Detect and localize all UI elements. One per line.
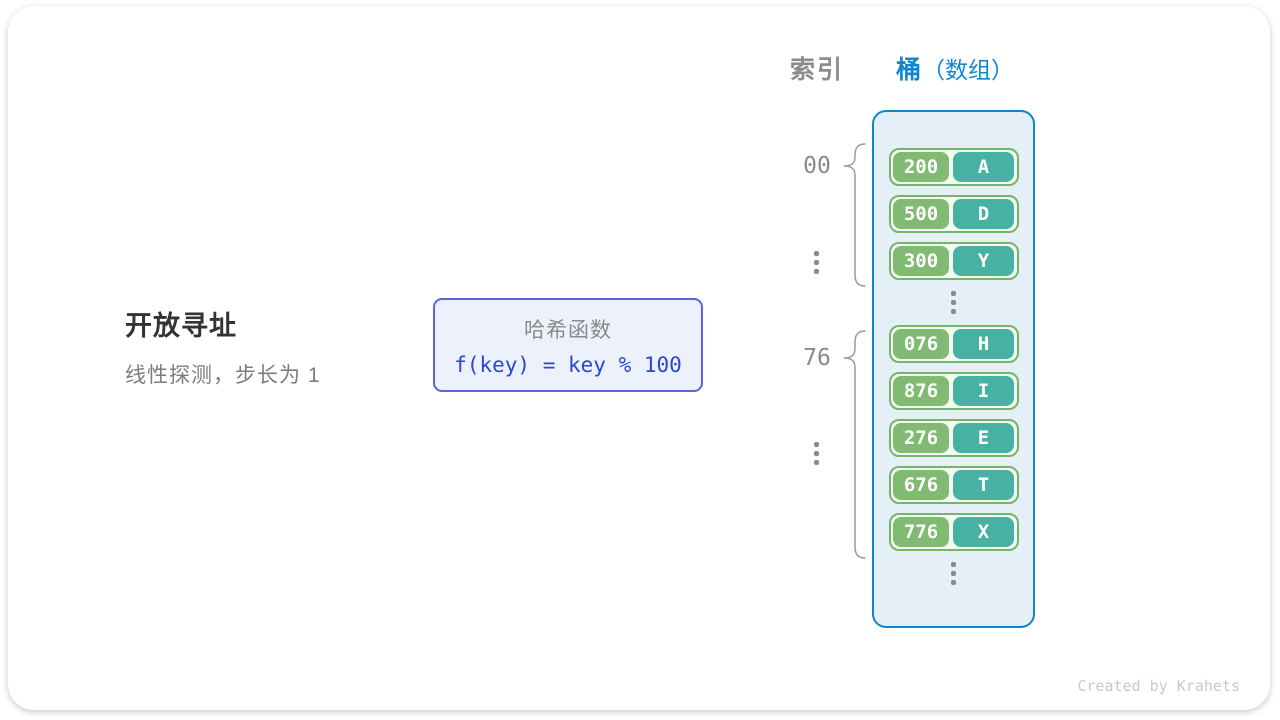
pair-key: 876 bbox=[893, 376, 949, 406]
pair-value: Y bbox=[953, 246, 1014, 276]
pair-value: I bbox=[953, 376, 1014, 406]
bucket-pair: 876I bbox=[889, 372, 1019, 410]
pair-value: D bbox=[953, 199, 1014, 229]
index-label-76: 76 bbox=[790, 345, 844, 371]
pair-value: H bbox=[953, 329, 1014, 359]
bucket-suffix: （数组） bbox=[922, 57, 1014, 83]
hash-function-label: 哈希函数 bbox=[524, 314, 612, 344]
bucket-word: 桶 bbox=[896, 56, 922, 84]
index-column-header: 索引 bbox=[772, 50, 862, 86]
bucket-pair: 300Y bbox=[889, 242, 1019, 280]
bucket-pair: 276E bbox=[889, 419, 1019, 457]
pair-value: E bbox=[953, 423, 1014, 453]
index-label-00: 00 bbox=[790, 153, 844, 179]
page-title: 开放寻址 bbox=[125, 304, 321, 343]
pair-key: 076 bbox=[893, 329, 949, 359]
bucket-column-header: 桶（数组） bbox=[860, 50, 1050, 86]
left-title-block: 开放寻址 线性探测，步长为 1 bbox=[125, 304, 321, 389]
pair-value: X bbox=[953, 517, 1014, 547]
curly-brace-icon bbox=[842, 142, 866, 288]
pair-key: 300 bbox=[893, 246, 949, 276]
page-subtitle: 线性探测，步长为 1 bbox=[125, 359, 321, 389]
stage: 开放寻址 线性探测，步长为 1 哈希函数 f(key) = key % 100 … bbox=[0, 0, 1280, 720]
hash-function-box: 哈希函数 f(key) = key % 100 bbox=[433, 298, 703, 392]
pair-key: 500 bbox=[893, 199, 949, 229]
vertical-ellipsis-icon bbox=[814, 440, 819, 467]
watermark: Created by Krahets bbox=[1077, 677, 1240, 695]
pair-value: T bbox=[953, 470, 1014, 500]
bucket-pair: 676T bbox=[889, 466, 1019, 504]
bucket-pair: 076H bbox=[889, 325, 1019, 363]
hash-function-formula: f(key) = key % 100 bbox=[454, 353, 682, 377]
pair-key: 200 bbox=[893, 152, 949, 182]
vertical-ellipsis-icon bbox=[951, 560, 956, 587]
pair-key: 676 bbox=[893, 470, 949, 500]
bucket-pair: 200A bbox=[889, 148, 1019, 186]
vertical-ellipsis-icon bbox=[814, 249, 819, 276]
pair-value: A bbox=[953, 152, 1014, 182]
curly-brace-icon bbox=[842, 329, 866, 560]
pair-key: 276 bbox=[893, 423, 949, 453]
vertical-ellipsis-icon bbox=[951, 289, 956, 316]
pair-key: 776 bbox=[893, 517, 949, 547]
bucket-pair: 776X bbox=[889, 513, 1019, 551]
bucket-pair: 500D bbox=[889, 195, 1019, 233]
bucket-array: 200A500D300Y076H876I276E676T776X bbox=[872, 110, 1035, 628]
